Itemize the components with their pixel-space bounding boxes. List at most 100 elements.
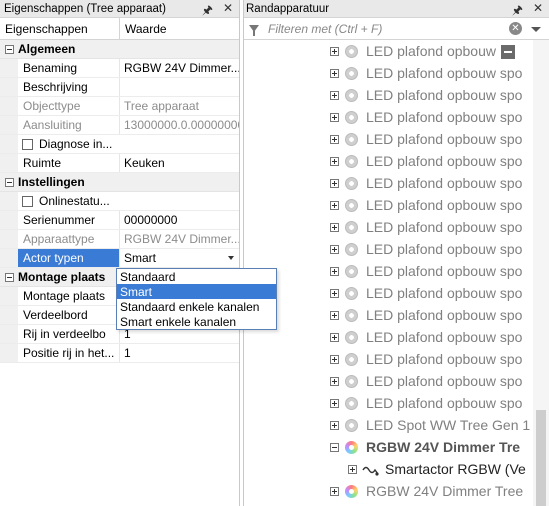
chevron-down-icon[interactable] (228, 256, 234, 260)
expand-icon[interactable] (348, 465, 357, 474)
property-key: Objecttype (18, 97, 120, 115)
property-row-onlinestatus[interactable]: Onlinestatu... (0, 192, 239, 211)
category-instellingen[interactable]: Instellingen (0, 173, 239, 192)
onlinestatus-checkbox[interactable] (22, 195, 33, 207)
expand-icon[interactable] (330, 267, 339, 276)
property-key: Apparaattype (18, 230, 120, 248)
tree-item-label: LED plafond opbouw spo (366, 65, 523, 81)
expand-icon[interactable] (330, 135, 339, 144)
property-row-positie-rij[interactable]: Positie rij in het... 1 (0, 344, 239, 363)
property-row-aansluiting: Aansluiting 13000000.0.00000000 (0, 116, 239, 135)
expand-icon[interactable] (330, 355, 339, 364)
lamp-icon (345, 133, 358, 146)
collapse-icon[interactable] (330, 443, 339, 452)
property-key: Onlinestatu... (39, 194, 110, 208)
clear-filter-icon[interactable]: ✕ (509, 22, 522, 35)
property-key: Actor typen (18, 249, 120, 267)
property-value[interactable]: Keuken (120, 154, 239, 172)
expand-icon[interactable] (330, 333, 339, 342)
lamp-icon (345, 265, 358, 278)
expand-icon[interactable] (330, 69, 339, 78)
tree-item-label: LED plafond opbouw spo (366, 175, 523, 191)
expand-icon[interactable] (330, 157, 339, 166)
vertical-scrollbar[interactable] (533, 40, 549, 506)
tree-item-label: LED plafond opbouw spo (366, 197, 523, 213)
property-value[interactable]: RGBW 24V Dimmer... (120, 59, 239, 77)
dropdown-option-standaard[interactable]: Standaard (117, 269, 276, 284)
property-row-beschrijving[interactable]: Beschrijving (0, 78, 239, 97)
property-row-ruimte[interactable]: Ruimte Keuken (0, 154, 239, 173)
property-row-serienummer[interactable]: Serienummer 00000000 (0, 211, 239, 230)
property-key: Diagnose in... (39, 137, 113, 151)
expand-icon[interactable] (330, 47, 339, 56)
lamp-icon (345, 67, 358, 80)
property-row-benaming[interactable]: Benaming RGBW 24V Dimmer... (0, 59, 239, 78)
tree-item-label: LED plafond opbouw spo (366, 395, 523, 411)
property-key: Positie rij in het... (18, 344, 120, 362)
lamp-icon (345, 331, 358, 344)
properties-title: Eigenschappen (Tree apparaat) (4, 2, 166, 15)
tree-item-label: LED plafond opbouw spo (366, 373, 523, 389)
actor-type-dropdown[interactable]: Standaard Smart Standaard enkele kanalen… (116, 268, 277, 330)
expand-icon[interactable] (330, 223, 339, 232)
property-value: 13000000.0.00000000 (124, 118, 239, 132)
property-value[interactable]: 00000000 (120, 211, 239, 229)
actor-type-select[interactable]: Smart (120, 249, 239, 267)
expand-icon[interactable] (330, 91, 339, 100)
property-row-actor-typen[interactable]: Actor typen Smart (0, 249, 239, 268)
expand-icon[interactable] (330, 201, 339, 210)
tree-item-label: LED plafond opbouw spo (366, 153, 523, 169)
lamp-icon (345, 353, 358, 366)
filter-bar[interactable]: Filteren met (Ctrl + F) ✕ (244, 18, 549, 40)
collapse-icon[interactable] (4, 177, 14, 187)
tree-item-label: Smartactor RGBW (Ve (385, 461, 526, 477)
expand-icon[interactable] (330, 421, 339, 430)
diagnose-checkbox[interactable] (22, 138, 33, 150)
expand-icon[interactable] (330, 399, 339, 408)
collapse-icon[interactable] (4, 272, 14, 282)
peripherals-titlebar: Randapparatuur 🖈 ✕ (244, 0, 549, 18)
dropdown-option-standaard-enkele-kanalen[interactable]: Standaard enkele kanalen (117, 299, 276, 314)
remove-icon[interactable] (501, 45, 515, 59)
peripherals-tree: LED plafond opbouw LED plafond opbouw spo… (244, 40, 534, 506)
expand-icon[interactable] (330, 289, 339, 298)
properties-titlebar: Eigenschappen (Tree apparaat) 🖈 ✕ (0, 0, 239, 18)
scrollbar-thumb[interactable] (536, 410, 546, 506)
category-label: Algemeen (18, 42, 76, 56)
properties-panel: Eigenschappen (Tree apparaat) 🖈 ✕ Eigens… (0, 0, 277, 506)
expand-icon[interactable] (330, 113, 339, 122)
column-header-value[interactable]: Waarde (120, 22, 167, 36)
filter-input[interactable]: Filteren met (Ctrl + F) (268, 22, 382, 36)
pin-icon[interactable]: 🖈 (202, 1, 213, 22)
expand-icon[interactable] (330, 179, 339, 188)
collapse-icon[interactable] (4, 44, 14, 54)
lamp-icon (345, 287, 358, 300)
category-algemeen[interactable]: Algemeen (0, 40, 239, 59)
expand-icon[interactable] (330, 377, 339, 386)
lamp-icon (345, 199, 358, 212)
dropdown-option-smart[interactable]: Smart (117, 284, 276, 299)
tree-item-label: LED plafond opbouw (366, 43, 496, 59)
property-row-apparaattype: Apparaattype RGBW 24V Dimmer... (0, 230, 239, 249)
tree-item-label: LED plafond opbouw spo (366, 263, 523, 279)
expand-icon[interactable] (330, 245, 339, 254)
property-value[interactable] (120, 78, 239, 96)
tree-item-label: LED plafond opbouw spo (366, 241, 523, 257)
chevron-down-icon[interactable] (531, 27, 541, 32)
tree-item-label: LED plafond opbouw spo (366, 87, 523, 103)
column-header-property[interactable]: Eigenschappen (0, 18, 120, 39)
lamp-icon (345, 309, 358, 322)
actor-icon (362, 466, 379, 476)
property-value[interactable]: 1 (120, 344, 239, 362)
tree-item-label: RGBW 24V Dimmer Tre (366, 439, 521, 455)
close-icon[interactable]: ✕ (223, 1, 233, 22)
tree-item-label: LED plafond opbouw spo (366, 307, 523, 323)
lamp-icon (345, 221, 358, 234)
tree-item-label: LED plafond opbouw spo (366, 109, 523, 125)
lamp-icon (345, 375, 358, 388)
expand-icon[interactable] (330, 311, 339, 320)
lamp-icon (345, 155, 358, 168)
dropdown-option-smart-enkele-kanalen[interactable]: Smart enkele kanalen (117, 314, 276, 329)
property-row-diagnose[interactable]: Diagnose in... (0, 135, 239, 154)
expand-icon[interactable] (330, 487, 339, 496)
